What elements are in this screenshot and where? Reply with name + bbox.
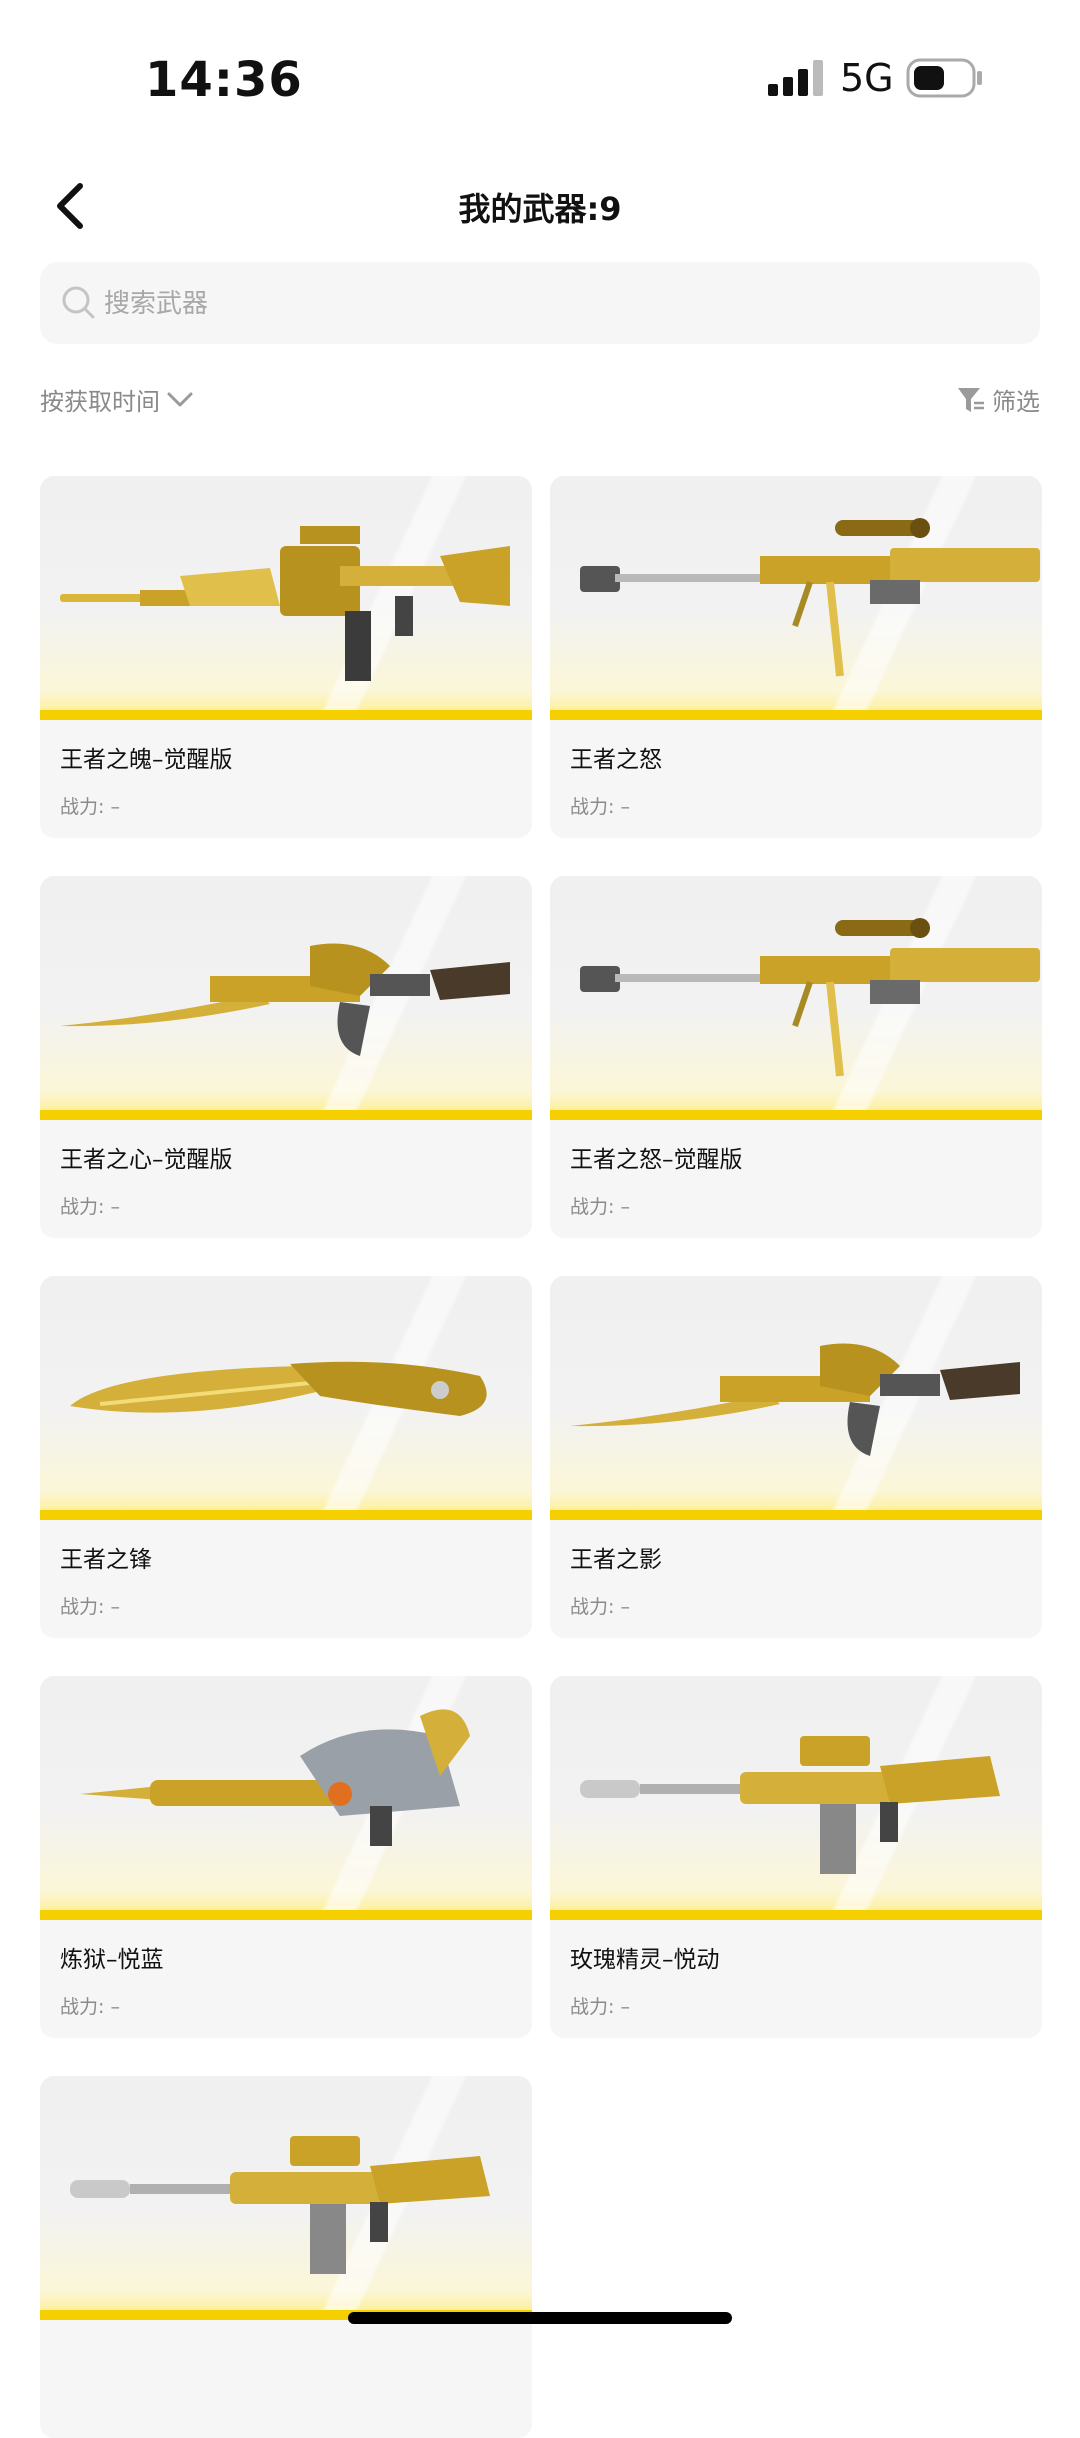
weapon-card[interactable]: 王者之锋战力: – (40, 1276, 532, 1638)
weapon-image (550, 1676, 1042, 1920)
weapon-image (550, 1276, 1042, 1520)
status-time: 14:36 (145, 52, 303, 108)
weapon-image (40, 2076, 532, 2320)
weapon-power: 战力: – (60, 1596, 120, 1618)
sort-label: 按获取时间 (40, 388, 160, 416)
weapon-name: 王者之怒–觉醒版 (570, 1147, 743, 1173)
filter-label: 筛选 (992, 388, 1040, 416)
battery-icon (906, 58, 982, 98)
status-bar: 14:36 5G (0, 0, 1080, 150)
network-type: 5G (840, 56, 894, 100)
weapon-name: 玫瑰精灵–悦动 (570, 1947, 720, 1973)
weapon-card[interactable]: 王者之心–觉醒版战力: – (40, 876, 532, 1238)
weapon-image (40, 1676, 532, 1920)
weapon-card[interactable]: 王者之怒–觉醒版战力: – (550, 876, 1042, 1238)
search-icon (62, 286, 95, 319)
weapon-power: 战力: – (60, 796, 120, 818)
weapon-name: 王者之魄–觉醒版 (60, 747, 233, 773)
weapon-name: 王者之影 (570, 1547, 662, 1573)
weapon-power: 战力: – (570, 1996, 630, 2018)
home-indicator (348, 2312, 732, 2324)
weapon-card[interactable]: 玫瑰精灵–悦动战力: – (550, 1676, 1042, 2038)
page-title: 我的武器:9 (458, 190, 622, 228)
weapon-name: 炼狱–悦蓝 (60, 1947, 164, 1973)
weapon-card[interactable]: 王者之影战力: – (550, 1276, 1042, 1638)
weapon-card[interactable]: 王者之魄–觉醒版战力: – (40, 476, 532, 838)
sort-dropdown[interactable]: 按获取时间 (40, 382, 194, 417)
weapon-power: 战力: – (570, 796, 630, 818)
search-bar[interactable] (40, 262, 1040, 346)
weapon-card[interactable]: 王者之怒战力: – (550, 476, 1042, 838)
weapon-name: 王者之心–觉醒版 (60, 1147, 233, 1173)
weapon-image (550, 476, 1042, 720)
funnel-icon (958, 387, 984, 412)
weapon-name: 王者之锋 (60, 1547, 152, 1573)
weapon-image (40, 876, 532, 1120)
search-input[interactable] (102, 262, 1006, 346)
cellular-signal-icon (768, 60, 823, 96)
weapon-image (40, 476, 532, 720)
filter-button[interactable]: 筛选 (956, 382, 1040, 417)
weapon-card[interactable] (40, 2076, 532, 2438)
chevron-down-icon (167, 392, 193, 406)
weapon-power: 战力: – (570, 1596, 630, 1618)
weapon-card[interactable]: 炼狱–悦蓝战力: – (40, 1676, 532, 2038)
weapon-power: 战力: – (60, 1196, 120, 1218)
weapon-power: 战力: – (570, 1196, 630, 1218)
weapon-image (40, 1276, 532, 1520)
weapon-name: 王者之怒 (570, 747, 662, 773)
weapon-image (550, 876, 1042, 1120)
weapon-power: 战力: – (60, 1996, 120, 2018)
